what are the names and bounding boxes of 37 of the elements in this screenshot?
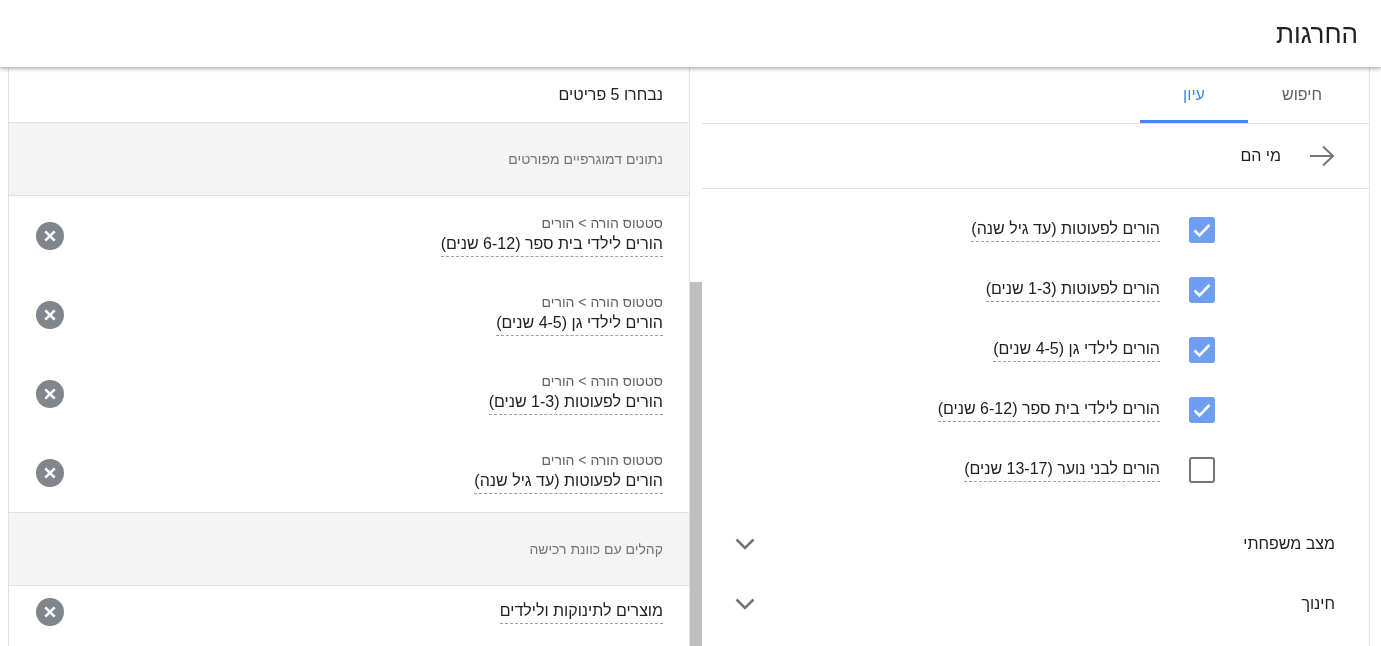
checkbox[interactable]	[1189, 277, 1215, 303]
remove-icon[interactable]	[36, 458, 64, 487]
item-value: הורים לילדי בית ספר (6-12 שנים)	[440, 233, 663, 257]
section-title: מי הם	[1240, 147, 1281, 165]
tab[interactable]: עיון	[1140, 67, 1248, 123]
option-label: הורים לילדי גן (4-5 שנים)	[993, 338, 1160, 362]
group-title: נתונים דמוגרפיים מפורטים	[508, 151, 663, 167]
checkbox[interactable]	[1189, 217, 1215, 243]
item-value: הורים לילדי גן (4-5 שנים)	[496, 312, 663, 336]
chevron-down-icon[interactable]	[735, 538, 755, 550]
scrollbar-thumb[interactable]	[690, 282, 702, 646]
item-value: מוצרים לתינוקות ולילדים	[499, 600, 663, 624]
chevron-down-icon[interactable]	[735, 598, 755, 610]
item-category: סטטוס הורה > הורים	[541, 293, 663, 312]
item-category: סטטוס הורה > הורים	[541, 372, 663, 391]
item-category: סטטוס הורה > הורים	[541, 451, 663, 470]
remove-icon[interactable]	[36, 379, 64, 408]
tab[interactable]: חיפוש	[1248, 67, 1356, 123]
category-label[interactable]: מצב משפחתי	[1243, 535, 1335, 553]
option-label: הורים לפעוטות (1-3 שנים)	[985, 278, 1160, 302]
right-arrow-icon[interactable]	[1309, 145, 1335, 167]
item-category: סטטוס הורה > הורים	[541, 214, 663, 233]
option-label: הורים לפעוטות (עד גיל שנה)	[971, 218, 1160, 242]
remove-icon[interactable]	[36, 598, 64, 626]
option-label: הורים לבני נוער (13-17 שנים)	[964, 458, 1160, 482]
selection-count: נבחרו 5 פריטים	[558, 85, 663, 104]
item-value: הורים לפעוטות (עד גיל שנה)	[474, 470, 663, 494]
remove-icon[interactable]	[36, 300, 64, 329]
item-value: הורים לפעוטות (1-3 שנים)	[488, 391, 663, 415]
checkbox[interactable]	[1189, 337, 1215, 363]
checkbox[interactable]	[1189, 397, 1215, 423]
group-title: קהלים עם כוונת רכישה	[529, 541, 663, 557]
checkbox[interactable]	[1189, 457, 1215, 483]
remove-icon[interactable]	[36, 221, 64, 250]
option-label: הורים לילדי בית ספר (6-12 שנים)	[937, 398, 1160, 422]
page-title: החרגות	[1276, 17, 1358, 50]
category-label[interactable]: חינוך	[1301, 595, 1335, 613]
